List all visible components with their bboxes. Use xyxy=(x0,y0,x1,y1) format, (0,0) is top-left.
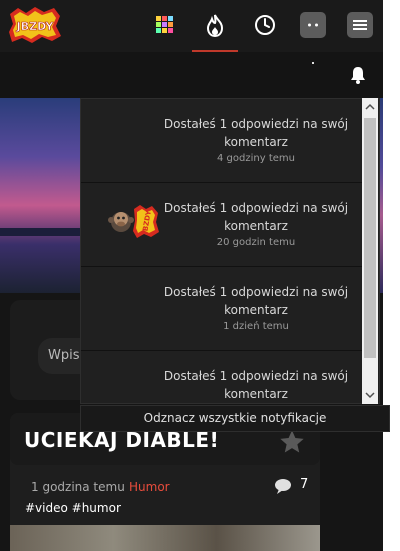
comment-count[interactable]: 7 xyxy=(300,477,308,492)
notification-item[interactable]: JBZDY Dostałeś 1 odpowiedzi na swój kome… xyxy=(81,183,362,267)
post-tags[interactable]: #video #humor xyxy=(25,501,121,515)
grid-icon[interactable] xyxy=(150,10,180,40)
fire-icon[interactable] xyxy=(200,10,230,40)
notification-item[interactable]: Dostałeś 1 odpowiedzi na swój komentarz … xyxy=(81,267,362,351)
comment-icon[interactable] xyxy=(273,477,293,495)
dice-icon[interactable] xyxy=(300,12,326,38)
star-icon[interactable] xyxy=(278,428,306,456)
app-window: JBZDY Wpisz UCIEKAJ DIABLE! 1 godzina te… xyxy=(0,0,383,551)
bell-icon[interactable] xyxy=(347,64,369,86)
scrollbar-thumb[interactable] xyxy=(364,118,376,358)
notification-text: Dostałeś 1 odpowiedzi na swój komentarz xyxy=(163,285,349,317)
menu-icon[interactable] xyxy=(347,12,373,38)
notification-text: Dostałeś 1 odpowiedzi na swój komentarz xyxy=(163,201,349,233)
dot-icon xyxy=(312,62,314,64)
scroll-down-arrow-icon[interactable] xyxy=(362,386,378,404)
notification-item[interactable]: Dostałeś 1 odpowiedzi na swój komentarz xyxy=(81,351,362,403)
scroll-up-arrow-icon[interactable] xyxy=(362,98,378,116)
post-category-link[interactable]: Humor xyxy=(129,480,170,494)
notification-text: Dostałeś 1 odpowiedzi na swój komentarz xyxy=(163,117,349,149)
jbzdy-logo[interactable]: JBZDY xyxy=(8,6,62,44)
post-time: 1 godzina temu xyxy=(31,480,125,494)
avatar: JBZDY xyxy=(106,195,160,249)
secondary-bar xyxy=(0,52,383,98)
clock-icon[interactable] xyxy=(250,10,280,40)
background-skyline xyxy=(0,228,82,236)
notifications-dropdown: Dostałeś 1 odpowiedzi na swój komentarz … xyxy=(80,98,380,404)
mark-all-read-button[interactable]: Odznacz wszystkie notyfikacje xyxy=(80,405,390,432)
logo-text: JBZDY xyxy=(16,20,55,33)
notification-time: 1 dzień temu xyxy=(223,321,289,332)
notification-time: 4 godziny temu xyxy=(217,153,295,164)
notification-item[interactable]: Dostałeś 1 odpowiedzi na swój komentarz … xyxy=(81,99,362,183)
post-image[interactable] xyxy=(10,525,320,551)
background-image xyxy=(0,98,82,293)
notification-text: Dostałeś 1 odpowiedzi na swój komentarz xyxy=(163,369,349,401)
notification-time: 20 godzin temu xyxy=(216,237,296,248)
